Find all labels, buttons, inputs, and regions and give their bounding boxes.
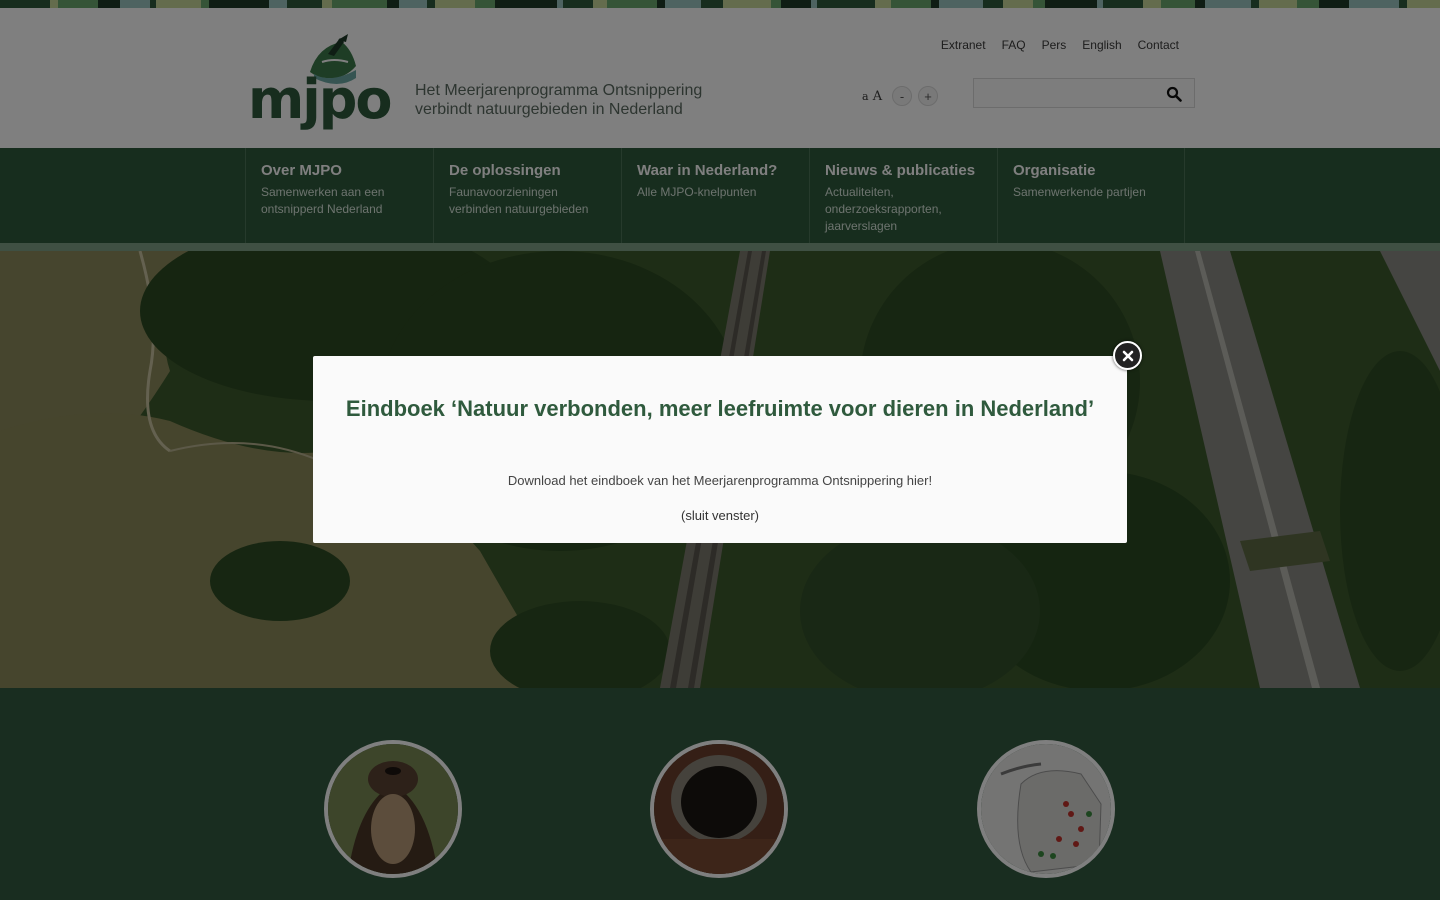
modal-close-button[interactable] <box>1113 341 1142 370</box>
popup-modal: Eindboek ‘Natuur verbonden, meer leefrui… <box>313 356 1127 543</box>
modal-title: Eindboek ‘Natuur verbonden, meer leefrui… <box>345 396 1095 421</box>
close-window-link[interactable]: (sluit venster) <box>313 508 1127 523</box>
download-link[interactable]: Download het eindboek van het Meerjarenp… <box>313 473 1127 488</box>
close-icon <box>1122 350 1133 361</box>
